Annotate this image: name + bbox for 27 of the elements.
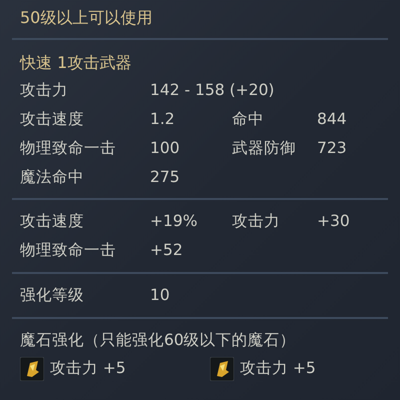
stat-label: 魔法命中 [20,166,85,188]
stat-label: 攻击力 [20,80,69,101]
stat-label: 物理致命一击 [20,240,117,261]
manastone-icon [210,357,234,381]
stat-label: 攻击速度 [20,108,85,130]
stat-label: 强化等级 [20,284,85,306]
stat-label: 攻击力 [232,210,281,232]
stat-value: 844 [317,108,348,130]
stat-value: 142 - 158 (+20) [150,80,274,101]
stat-label: 攻击速度 [20,210,85,232]
stat-value: 723 [317,138,348,159]
manastone-heading: 魔石强化（只能强化60级以下的魔石） [19,330,297,351]
stat-label: 命中 [232,108,265,130]
stat-value: 100 [150,138,181,159]
stat-value: 10 [150,284,171,306]
requirement-text: 50级以上可以使用 [19,7,154,29]
manastone-bonus: 攻击力 +5 [240,358,316,380]
weapon-type-title: 快速 1攻击武器 [18,52,132,74]
stat-value: 1.2 [150,108,176,130]
stat-value: +52 [150,240,184,261]
stat-label: 武器防御 [232,138,297,159]
stat-value: 275 [150,166,181,188]
stat-label: 物理致命一击 [20,138,117,159]
stat-value: +30 [317,210,351,232]
stat-value: +19% [150,210,198,232]
manastone-bonus: 攻击力 +5 [50,358,126,380]
manastone-icon [20,357,44,381]
